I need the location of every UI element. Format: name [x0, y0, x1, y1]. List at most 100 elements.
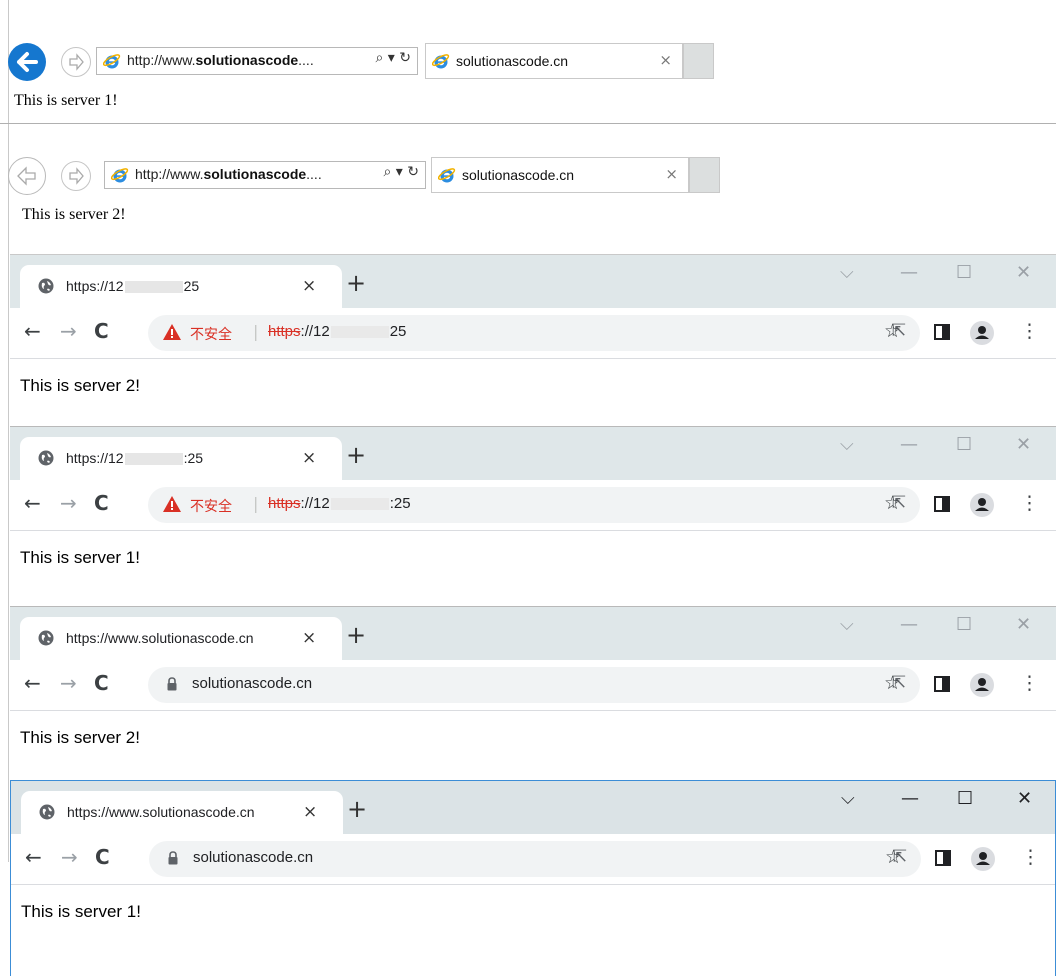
window-close-button[interactable]: ✕	[1017, 789, 1032, 809]
star-icon[interactable]: ☆	[884, 320, 901, 342]
ie-window-1: http://www.solutionascode.... ⌕ ▾ ↻ solu…	[0, 0, 1056, 124]
maximize-button[interactable]: ☐	[957, 789, 973, 809]
window-close-button[interactable]: ✕	[1016, 263, 1031, 283]
close-icon[interactable]: ×	[302, 276, 316, 296]
close-icon[interactable]: ×	[303, 802, 317, 822]
forward-button[interactable]: →	[60, 491, 77, 515]
ie-back-button[interactable]	[8, 157, 46, 195]
star-icon[interactable]: ☆	[884, 672, 901, 694]
maximize-button[interactable]: ☐	[956, 615, 972, 635]
reload-button[interactable]: C	[94, 491, 109, 515]
forward-button[interactable]: →	[60, 319, 77, 343]
menu-icon[interactable]: ⋮	[1020, 492, 1039, 514]
back-button[interactable]: ←	[25, 845, 42, 869]
minimize-button[interactable]: —	[901, 789, 919, 809]
reload-button[interactable]: C	[95, 845, 110, 869]
tab-strip: https://12 25 × + ⌵ — ☐ ✕	[10, 255, 1056, 308]
page-text: This is server 2!	[20, 728, 140, 747]
new-tab-button[interactable]: +	[346, 443, 366, 467]
profile-icon	[975, 326, 989, 339]
close-icon[interactable]: ×	[302, 628, 316, 648]
ie-address-bar[interactable]: http://www.solutionascode.... ⌕ ▾ ↻	[104, 161, 426, 189]
browser-tab[interactable]: https://12 25 ×	[20, 265, 342, 308]
ie-new-tab-button[interactable]	[683, 43, 714, 79]
redacted-region	[124, 453, 183, 466]
address-bar[interactable]: 不安全 | https://12 25 ⇱	[148, 315, 920, 351]
forward-button[interactable]: →	[60, 671, 77, 695]
tab-search-icon[interactable]: ⌵	[840, 435, 854, 455]
avatar[interactable]	[970, 321, 994, 345]
tab-search-icon[interactable]: ⌵	[841, 789, 855, 809]
ie-forward-button[interactable]	[61, 161, 91, 191]
tab-search-icon[interactable]: ⌵	[840, 615, 854, 635]
ie-address-text: http://www.solutionascode....	[135, 166, 322, 182]
minimize-button[interactable]: —	[900, 615, 918, 635]
address-bar[interactable]: solutionascode.cn ⇱	[149, 841, 921, 877]
side-panel-icon[interactable]	[934, 324, 950, 340]
reload-button[interactable]: C	[94, 319, 109, 343]
address-text: https://12:25	[268, 495, 411, 512]
tab-title: https://12 25	[66, 278, 200, 294]
page-text: This is server 2!	[22, 206, 126, 223]
menu-icon[interactable]: ⋮	[1021, 846, 1040, 868]
side-panel-icon[interactable]	[934, 676, 950, 692]
back-button[interactable]: ←	[24, 671, 41, 695]
minimize-button[interactable]: —	[900, 435, 918, 455]
tab-search-icon[interactable]: ⌵	[840, 263, 854, 283]
profile-icon	[975, 678, 989, 691]
side-panel-icon[interactable]	[935, 850, 951, 866]
page-text: This is server 2!	[20, 376, 140, 395]
not-secure-label[interactable]: 不安全	[190, 324, 232, 344]
avatar[interactable]	[971, 847, 995, 871]
ie-new-tab-button[interactable]	[689, 157, 720, 193]
ie-tab[interactable]: solutionascode.cn ×	[425, 43, 683, 79]
ie-address-controls[interactable]: ⌕ ▾ ↻	[384, 164, 420, 180]
minimize-button[interactable]: —	[900, 263, 918, 283]
browser-tab[interactable]: https://12:25 ×	[20, 437, 342, 480]
address-bar[interactable]: 不安全 | https://12:25 ⇱	[148, 487, 920, 523]
ie-address-controls[interactable]: ⌕ ▾ ↻	[376, 50, 412, 66]
star-icon[interactable]: ☆	[885, 846, 902, 868]
separator: |	[253, 494, 259, 513]
close-icon[interactable]: ×	[659, 51, 672, 69]
ie-forward-button[interactable]	[61, 47, 91, 77]
star-icon[interactable]: ☆	[884, 492, 901, 514]
close-icon[interactable]: ×	[302, 448, 316, 468]
maximize-button[interactable]: ☐	[956, 263, 972, 283]
new-tab-button[interactable]: +	[347, 797, 367, 821]
window-close-button[interactable]: ✕	[1016, 615, 1031, 635]
avatar[interactable]	[970, 673, 994, 697]
browser-tab[interactable]: https://www.solutionascode.cn ×	[21, 791, 343, 834]
chrome-window-3: https://www.solutionascode.cn × + ⌵ — ☐ …	[10, 606, 1056, 780]
lock-icon[interactable]	[167, 851, 179, 865]
ie-address-bar[interactable]: http://www.solutionascode.... ⌕ ▾ ↻	[96, 47, 418, 75]
back-button[interactable]: ←	[24, 491, 41, 515]
new-tab-button[interactable]: +	[346, 271, 366, 295]
avatar[interactable]	[970, 493, 994, 517]
arrow-left-icon	[17, 52, 38, 72]
close-icon[interactable]: ×	[665, 165, 678, 183]
page-text: This is server 1!	[14, 92, 118, 109]
warning-icon	[163, 324, 181, 340]
ie-logo-icon	[438, 168, 456, 183]
warning-icon	[163, 496, 181, 512]
reload-button[interactable]: C	[94, 671, 109, 695]
lock-icon[interactable]	[166, 677, 178, 691]
ie-back-button[interactable]	[8, 43, 46, 81]
address-bar[interactable]: solutionascode.cn ⇱	[148, 667, 920, 703]
toolbar: ← → C solutionascode.cn ⇱ ☆ ⋮	[10, 660, 1056, 711]
menu-icon[interactable]: ⋮	[1020, 672, 1039, 694]
side-panel-icon[interactable]	[934, 496, 950, 512]
new-tab-button[interactable]: +	[346, 623, 366, 647]
forward-button[interactable]: →	[61, 845, 78, 869]
redacted-region	[330, 326, 389, 339]
maximize-button[interactable]: ☐	[956, 435, 972, 455]
not-secure-label[interactable]: 不安全	[190, 496, 232, 516]
window-close-button[interactable]: ✕	[1016, 435, 1031, 455]
browser-tab[interactable]: https://www.solutionascode.cn ×	[20, 617, 342, 660]
ie-tab[interactable]: solutionascode.cn ×	[431, 157, 689, 193]
toolbar: ← → C 不安全 | https://12 25 ⇱ ☆ ⋮	[10, 308, 1056, 359]
back-button[interactable]: ←	[24, 319, 41, 343]
globe-icon	[38, 278, 54, 294]
menu-icon[interactable]: ⋮	[1020, 320, 1039, 342]
